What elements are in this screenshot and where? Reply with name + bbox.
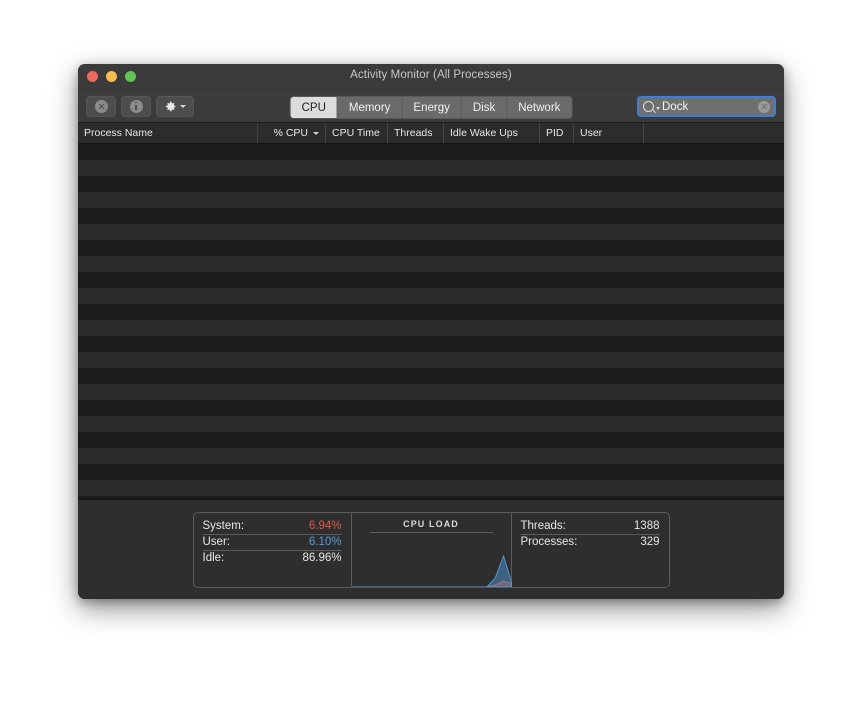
tab-memory[interactable]: Memory (337, 97, 403, 118)
close-window-button[interactable] (87, 71, 98, 82)
zoom-window-button[interactable] (125, 71, 136, 82)
table-row[interactable] (78, 352, 784, 368)
table-row[interactable] (78, 144, 784, 160)
column-header-idle-wake-ups[interactable]: Idle Wake Ups (444, 123, 540, 143)
column-label: Threads (394, 127, 433, 139)
column-header-cpu-percent[interactable]: % CPU (258, 123, 326, 143)
column-label: % CPU (273, 127, 308, 139)
view-tab-bar: CPU Memory Energy Disk Network (289, 96, 573, 119)
column-header-pid[interactable]: PID (540, 123, 574, 143)
column-label: User (580, 127, 603, 139)
cpu-load-divider (369, 531, 493, 533)
column-header-spacer (644, 123, 784, 143)
stat-label: Idle: (202, 551, 225, 564)
table-row[interactable] (78, 432, 784, 448)
gear-icon (165, 101, 176, 111)
cpu-load-title: CPU LOAD (403, 518, 459, 529)
column-header-cpu-time[interactable]: CPU Time (326, 123, 388, 143)
table-row[interactable] (78, 176, 784, 192)
stat-value: 6.94% (308, 519, 342, 532)
stat-label: User: (202, 535, 230, 548)
stat-row-threads: Threads: 1388 (520, 519, 660, 535)
clear-search-icon[interactable] (758, 100, 770, 113)
tab-disk[interactable]: Disk (461, 97, 508, 118)
column-header-user[interactable]: User (574, 123, 644, 143)
stat-value: 86.96% (302, 551, 342, 564)
column-header-threads[interactable]: Threads (388, 123, 444, 143)
table-column-header: Process Name % CPU CPU Time Threads Idle… (78, 123, 784, 144)
table-row[interactable] (78, 224, 784, 240)
toolbar: CPU Memory Energy Disk Network Dock (78, 90, 784, 123)
column-label: Process Name (84, 127, 153, 139)
table-row[interactable] (78, 304, 784, 320)
table-row[interactable] (78, 448, 784, 464)
cpu-stats-pane: System: 6.94% User: 6.10% Idle: 86.96% (194, 512, 352, 587)
footer-summary: System: 6.94% User: 6.10% Idle: 86.96% C… (78, 499, 784, 599)
table-row[interactable] (78, 240, 784, 256)
column-label: PID (546, 127, 564, 139)
cpu-load-graph-pane: CPU LOAD (351, 512, 512, 587)
column-label: Idle Wake Ups (450, 127, 518, 139)
chevron-down-icon[interactable] (656, 106, 660, 110)
tab-energy[interactable]: Energy (402, 97, 462, 118)
table-row[interactable] (78, 480, 784, 496)
activity-monitor-window: Activity Monitor (All Processes) CPU Mem… (78, 64, 784, 599)
stat-label: System: (202, 519, 245, 532)
column-label: CPU Time (332, 127, 380, 139)
stat-row-system: System: 6.94% (202, 519, 342, 535)
traffic-lights (87, 71, 136, 82)
stat-label: Threads: (520, 519, 566, 532)
inspect-process-button[interactable] (121, 95, 151, 117)
table-row[interactable] (78, 160, 784, 176)
stat-row-user: User: 6.10% (202, 535, 342, 551)
search-input[interactable]: Dock (662, 101, 758, 113)
tab-network[interactable]: Network (507, 97, 572, 118)
table-row[interactable] (78, 192, 784, 208)
stat-label: Processes: (520, 535, 578, 548)
table-row[interactable] (78, 336, 784, 352)
table-row[interactable] (78, 416, 784, 432)
circle-x-icon (94, 99, 108, 113)
actions-gear-button[interactable] (156, 95, 194, 117)
stat-row-processes: Processes: 329 (521, 535, 660, 550)
column-header-process-name[interactable]: Process Name (78, 123, 258, 143)
stats-box: System: 6.94% User: 6.10% Idle: 86.96% C… (192, 511, 670, 588)
counts-pane: Threads: 1388 Processes: 329 (512, 513, 669, 587)
table-row[interactable] (78, 256, 784, 272)
window-title: Activity Monitor (All Processes) (350, 69, 512, 81)
table-row[interactable] (78, 464, 784, 480)
stat-row-idle: Idle: 86.96% (203, 551, 342, 566)
process-table-body[interactable] (78, 144, 784, 499)
search-field[interactable]: Dock (637, 96, 776, 117)
table-row[interactable] (78, 272, 784, 288)
tab-cpu[interactable]: CPU (290, 97, 338, 118)
stat-value: 1388 (633, 519, 660, 532)
quit-process-button[interactable] (86, 95, 116, 117)
table-row[interactable] (78, 320, 784, 336)
circle-info-icon (129, 99, 143, 113)
toolbar-button-group (86, 95, 194, 117)
cpu-load-chart (351, 537, 512, 587)
table-row[interactable] (78, 384, 784, 400)
title-bar: Activity Monitor (All Processes) (78, 64, 784, 90)
cpu-load-series-user (351, 556, 512, 587)
sort-descending-icon (313, 131, 319, 135)
table-row[interactable] (78, 208, 784, 224)
search-icon (643, 101, 654, 112)
table-row[interactable] (78, 400, 784, 416)
table-row[interactable] (78, 288, 784, 304)
stat-value: 329 (640, 535, 660, 548)
stat-value: 6.10% (308, 535, 342, 548)
chevron-down-icon (180, 104, 186, 108)
table-row[interactable] (78, 368, 784, 384)
minimize-window-button[interactable] (106, 71, 117, 82)
